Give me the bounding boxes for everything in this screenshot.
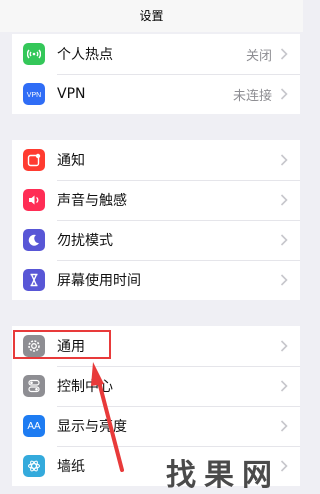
watermark: 找果网: [166, 458, 280, 493]
annotation-arrow-icon: [91, 362, 124, 472]
